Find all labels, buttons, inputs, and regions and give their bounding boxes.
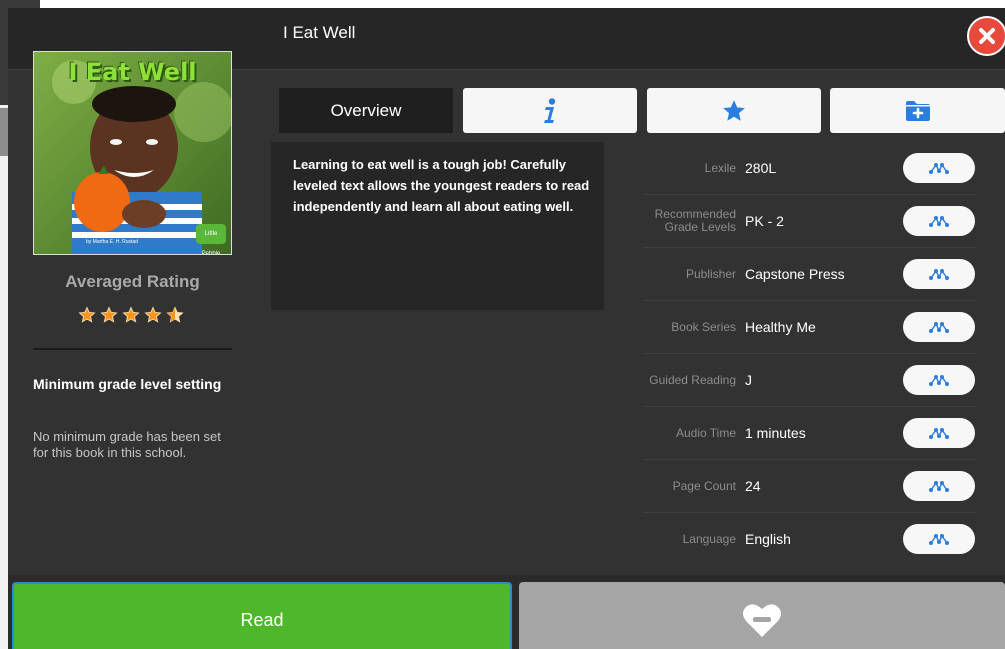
detail-label: Book Series [671,319,736,334]
detail-value: Healthy Me [745,319,816,335]
folder-plus-icon [905,100,930,121]
network-icon [929,269,949,280]
remove-favorite-button[interactable] [519,582,1005,649]
close-icon [979,28,995,44]
detail-row-page-count: Page Count 24 [643,460,976,513]
detail-label: Recommended Grade Levels [654,207,736,234]
star-icon [144,306,162,323]
detail-value: 280L [745,160,777,176]
similar-books-button[interactable] [903,365,975,395]
network-icon [929,216,949,227]
min-grade-text: No minimum grade has been set for this b… [33,429,221,460]
rating-stars [78,306,184,324]
network-icon [929,481,949,492]
detail-value: J [745,372,752,388]
similar-books-button[interactable] [903,524,975,554]
detail-value: 1 minutes [745,425,806,441]
detail-row-lexile: Lexile 280L [643,142,976,195]
detail-value: Capstone Press [745,266,845,282]
network-icon [929,534,949,545]
tab-add-to-folder[interactable] [830,88,1005,133]
network-icon [929,375,949,386]
similar-books-button[interactable] [903,153,975,183]
star-icon [723,99,745,121]
book-detail-modal: I Eat Well I Eat Well by Martha E. H. Ru… [8,8,1005,649]
detail-row-audio-time: Audio Time 1 minutes [643,407,976,460]
star-icon [122,306,140,323]
similar-books-button[interactable] [903,471,975,501]
star-icon [78,306,96,323]
cover-badge: Little Pebble [196,224,226,254]
heart-minus-icon [743,603,781,637]
detail-value: 24 [745,478,761,494]
network-icon [929,428,949,439]
detail-row-guided-reading: Guided Reading J [643,354,976,407]
tab-overview[interactable]: Overview [279,88,453,133]
sidebar-divider [33,348,232,350]
network-icon [929,322,949,333]
detail-row-grade-levels: Recommended Grade Levels PK - 2 [643,195,976,248]
detail-value: English [745,531,791,547]
detail-label: Audio Time [675,425,736,440]
averaged-rating-label: Averaged Rating [65,272,200,291]
info-icon [544,97,556,123]
similar-books-button[interactable] [903,312,975,342]
detail-label: Publisher [685,266,736,281]
detail-label: Page Count [672,478,736,493]
detail-row-publisher: Publisher Capstone Press [643,248,976,301]
tab-favorite[interactable] [647,88,821,133]
book-cover[interactable]: I Eat Well by Martha E. H. Rustad Little… [33,51,232,255]
detail-row-language: Language English [643,513,976,565]
detail-value: PK - 2 [745,213,784,229]
book-description: Learning to eat well is a tough job! Car… [271,142,604,310]
page-title: I Eat Well [283,23,356,42]
similar-books-button[interactable] [903,418,975,448]
cover-title: I Eat Well [68,58,197,86]
network-icon [929,163,949,174]
close-button[interactable] [967,16,1005,56]
min-grade-title: Minimum grade level setting [33,376,222,392]
tab-info[interactable] [463,88,637,133]
detail-row-book-series: Book Series Healthy Me [643,301,976,354]
book-details-list: Lexile 280L Recommended Grade Levels PK … [643,142,976,565]
similar-books-button[interactable] [903,259,975,289]
detail-label: Guided Reading [649,372,736,387]
read-button[interactable]: Read [12,582,512,649]
similar-books-button[interactable] [903,206,975,236]
cover-author: by Martha E. H. Rustad [86,239,138,245]
star-icon [100,306,118,323]
detail-label: Language [682,531,736,546]
detail-label: Lexile [704,160,736,175]
star-half-icon [166,306,184,323]
